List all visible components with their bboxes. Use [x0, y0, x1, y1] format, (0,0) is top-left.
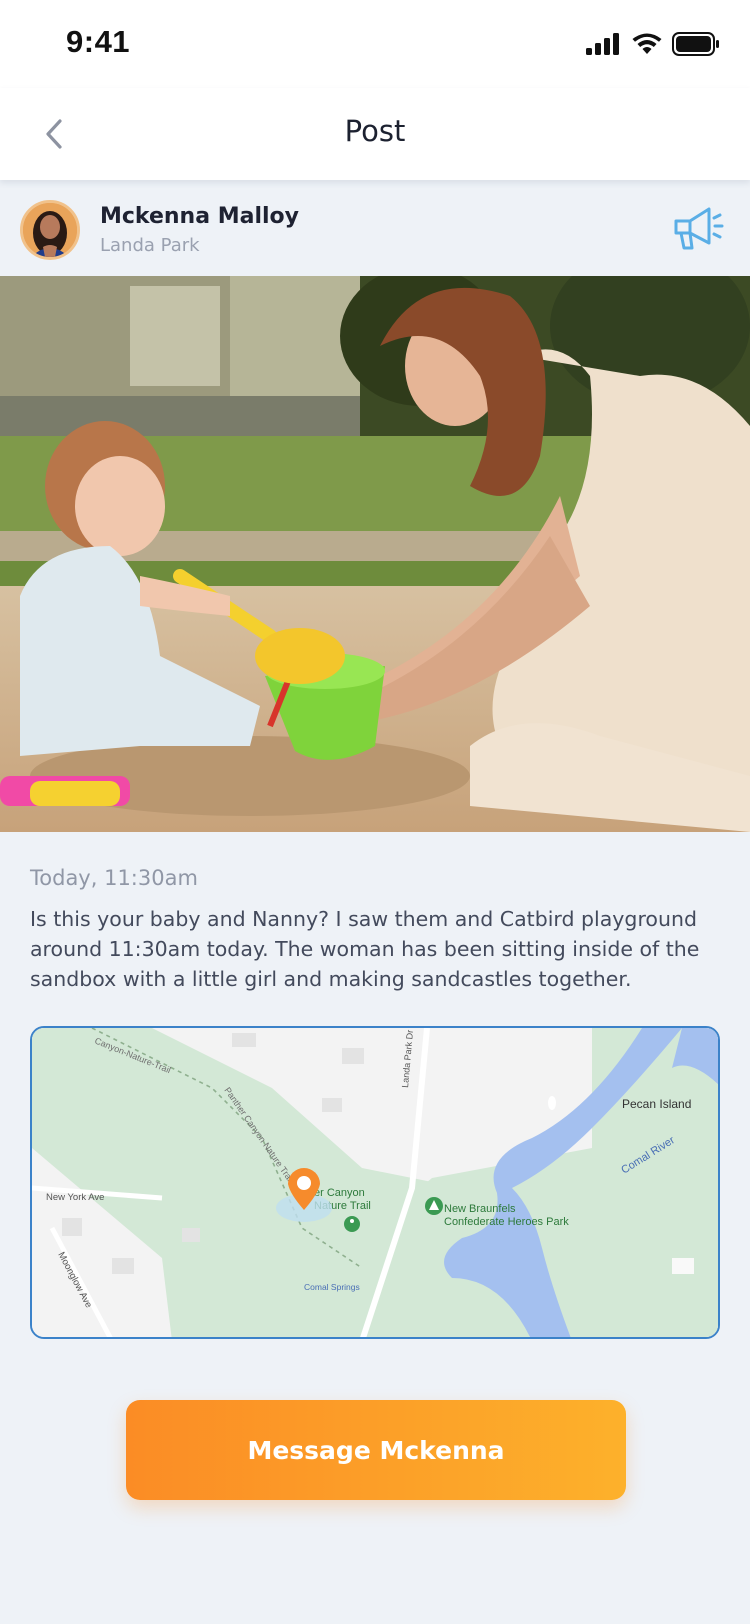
post-photo[interactable]	[0, 276, 750, 832]
map-label-comal-springs: Comal Springs	[304, 1282, 360, 1292]
author-location: Landa Park	[100, 235, 200, 256]
post-timestamp: Today, 11:30am	[30, 866, 198, 890]
battery-icon	[672, 32, 719, 56]
map-label-pecan-island: Pecan Island	[622, 1097, 691, 1111]
megaphone-icon	[674, 207, 724, 250]
map-label-park-1: New Braunfels	[444, 1203, 516, 1215]
map-card[interactable]: Canyon-Nature-Trail Panther Canyon Natur…	[30, 1026, 720, 1339]
status-time: 9:41	[66, 24, 131, 59]
avatar[interactable]	[20, 200, 80, 260]
map-label-new-york-ave: New York Ave	[46, 1192, 104, 1203]
wifi-icon	[632, 33, 662, 54]
map-label-park-2: Confederate Heroes Park	[444, 1216, 569, 1228]
nav-bar: Post	[0, 88, 750, 180]
status-icons	[586, 32, 720, 56]
author-name[interactable]: Mckenna Malloy	[100, 204, 299, 229]
park-pin-icon[interactable]	[425, 1197, 443, 1215]
report-button[interactable]	[672, 204, 726, 254]
message-button[interactable]: Message Mckenna	[126, 1400, 626, 1500]
post-header: Mckenna Malloy Landa Park	[0, 180, 750, 276]
trail-pin-icon[interactable]	[344, 1216, 360, 1232]
status-bar: 9:41	[0, 0, 750, 88]
post-body: Is this your baby and Nanny? I saw them …	[30, 907, 700, 991]
signal-icon	[586, 33, 619, 55]
page-title: Post	[344, 114, 406, 148]
